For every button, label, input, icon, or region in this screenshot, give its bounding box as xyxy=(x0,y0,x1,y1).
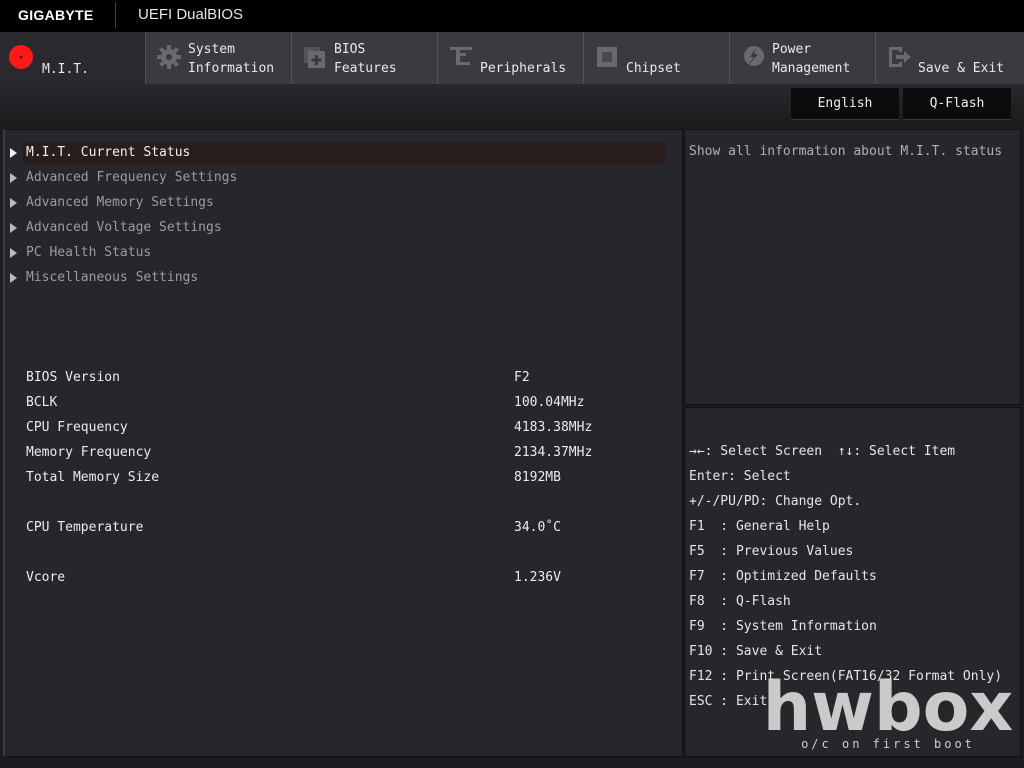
tab-label: System Information xyxy=(188,42,275,76)
qflash-button[interactable]: Q-Flash xyxy=(903,88,1011,120)
gear-icon xyxy=(157,45,181,69)
info-label: BIOS Version xyxy=(26,370,120,385)
info-label: CPU Temperature xyxy=(26,520,144,535)
bios-chip-icon xyxy=(304,47,325,68)
info-value: 1.236V xyxy=(514,570,561,585)
bios-title: UEFI DualBIOS xyxy=(138,6,244,23)
tab-label: Power Management xyxy=(772,42,851,76)
tab-save-exit[interactable]: Save & Exit xyxy=(876,32,1024,84)
exit-icon xyxy=(889,47,911,67)
menu-item-label: Advanced Voltage Settings xyxy=(26,220,222,235)
info-row-cpu-temperature: CPU Temperature 34.0˚C xyxy=(26,518,666,538)
info-label: Total Memory Size xyxy=(26,470,160,485)
info-value: 100.04MHz xyxy=(514,395,585,410)
power-icon xyxy=(744,46,764,68)
language-button[interactable]: English xyxy=(791,88,899,120)
tab-peripherals[interactable]: Peripherals xyxy=(438,32,584,84)
tab-label: BIOS Features xyxy=(334,42,397,76)
menu-item-miscellaneous[interactable]: Miscellaneous Settings xyxy=(5,267,665,289)
menu-item-advanced-voltage[interactable]: Advanced Voltage Settings xyxy=(5,217,665,239)
arrow-right-icon xyxy=(10,223,17,233)
menu-item-label: M.I.T. Current Status xyxy=(26,145,191,160)
info-value: 4183.38MHz xyxy=(514,420,593,435)
info-value: 8192MB xyxy=(514,470,561,485)
brand-logo: GIGABYTE xyxy=(18,7,94,23)
info-value: F2 xyxy=(514,370,530,385)
help-panel: Show all information about M.I.T. status xyxy=(684,129,1021,405)
info-label: Memory Frequency xyxy=(26,445,152,460)
key-hint: +/-/PU/PD: Change Opt. xyxy=(689,494,862,509)
key-hint: F1 : General Help xyxy=(689,519,830,534)
chipset-icon xyxy=(597,47,617,67)
menu-item-label: Advanced Frequency Settings xyxy=(26,170,238,185)
info-row-total-memory: Total Memory Size 8192MB xyxy=(26,468,666,488)
main-tabs: M.I.T. System Information BIOS Features … xyxy=(0,32,1024,84)
info-label: CPU Frequency xyxy=(26,420,128,435)
key-legend-panel: →←: Select Screen ↑↓: Select Item Enter:… xyxy=(684,407,1021,757)
menu-item-label: PC Health Status xyxy=(26,245,152,260)
mit-dial-icon xyxy=(9,45,33,69)
info-label: Vcore xyxy=(26,570,66,585)
key-hint: F7 : Optimized Defaults xyxy=(689,569,877,584)
info-label: BCLK xyxy=(26,395,58,410)
tab-power-management[interactable]: Power Management xyxy=(730,32,876,84)
tab-label: Chipset xyxy=(626,61,681,76)
tab-label: Save & Exit xyxy=(918,61,1005,76)
key-hint: F5 : Previous Values xyxy=(689,544,854,559)
key-hint: F10 : Save & Exit xyxy=(689,644,823,659)
main-panel: M.I.T. Current Status Advanced Frequency… xyxy=(3,129,683,757)
menu-item-advanced-memory[interactable]: Advanced Memory Settings xyxy=(5,192,665,214)
tab-chipset[interactable]: Chipset xyxy=(584,32,730,84)
menu-item-mit-current-status[interactable]: M.I.T. Current Status xyxy=(5,142,665,164)
key-hint: Enter: Select xyxy=(689,469,791,484)
arrow-right-icon xyxy=(10,148,17,158)
arrow-right-icon xyxy=(10,248,17,258)
info-value: 34.0˚C xyxy=(514,520,561,535)
tab-label: Peripherals xyxy=(480,61,567,76)
top-bar: GIGABYTE UEFI DualBIOS xyxy=(0,0,1024,32)
key-hint: F9 : System Information xyxy=(689,619,877,634)
info-row-bios-version: BIOS Version F2 xyxy=(26,368,666,388)
info-row-bclk: BCLK 100.04MHz xyxy=(26,393,666,413)
key-hint: F8 : Q-Flash xyxy=(689,594,791,609)
info-row-memory-frequency: Memory Frequency 2134.37MHz xyxy=(26,443,666,463)
tab-system-information[interactable]: System Information xyxy=(146,32,292,84)
key-hint: ESC : Exit xyxy=(689,694,768,709)
arrow-right-icon xyxy=(10,173,17,183)
info-row-vcore: Vcore 1.236V xyxy=(26,568,666,588)
menu-item-advanced-frequency[interactable]: Advanced Frequency Settings xyxy=(5,167,665,189)
arrow-right-icon xyxy=(10,273,17,283)
key-hint: →←: Select Screen ↑↓: Select Item xyxy=(689,444,956,459)
tab-mit[interactable]: M.I.T. xyxy=(0,32,146,84)
info-row-cpu-frequency: CPU Frequency 4183.38MHz xyxy=(26,418,666,438)
arrow-right-icon xyxy=(10,198,17,208)
menu-item-label: Advanced Memory Settings xyxy=(26,195,214,210)
tab-bios-features[interactable]: BIOS Features xyxy=(292,32,438,84)
help-description: Show all information about M.I.T. status xyxy=(689,144,1003,159)
tab-label: M.I.T. xyxy=(42,62,89,77)
peripherals-icon xyxy=(450,47,472,65)
toolbar: English Q-Flash xyxy=(0,84,1024,126)
menu-item-pc-health[interactable]: PC Health Status xyxy=(5,242,665,264)
info-value: 2134.37MHz xyxy=(514,445,593,460)
key-hint: F12 : Print Screen(FAT16/32 Format Only) xyxy=(689,669,1003,684)
brand-divider xyxy=(115,2,116,28)
menu-item-label: Miscellaneous Settings xyxy=(26,270,199,285)
